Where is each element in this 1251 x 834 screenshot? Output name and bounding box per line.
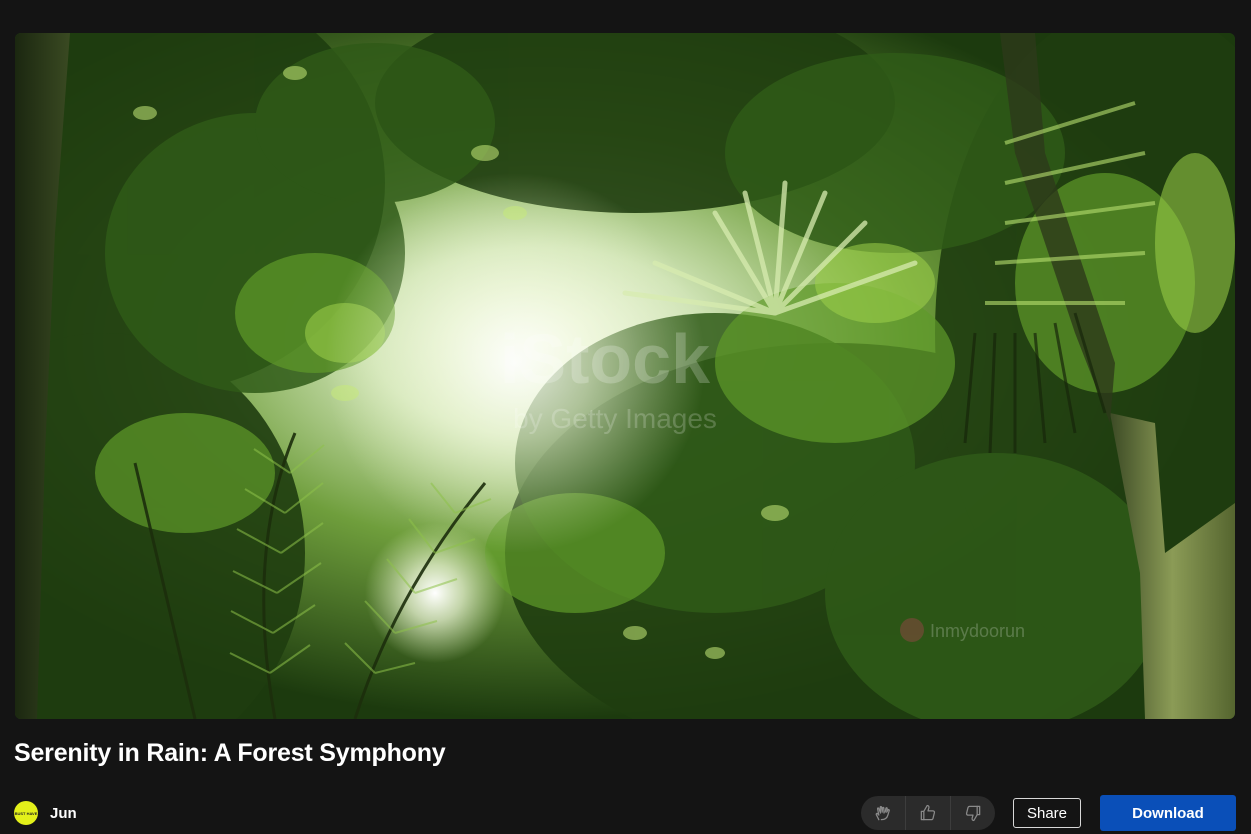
video-title: Serenity in Rain: A Forest Symphony [14,739,446,767]
video-page: iStock by Getty Images Inmydoorun Sereni… [0,0,1251,834]
reaction-group [861,796,995,830]
clap-button[interactable] [861,796,905,830]
thumbs-up-icon [920,804,936,821]
credit-text: Inmydoorun [930,621,1025,641]
clap-icon [875,805,890,821]
video-player[interactable]: iStock by Getty Images Inmydoorun [15,33,1235,719]
author-name[interactable]: Jun [50,805,77,822]
share-button[interactable]: Share [1013,798,1081,828]
watermark-subtext: by Getty Images [513,403,717,434]
dislike-button[interactable] [950,796,995,830]
avatar[interactable]: BUST HAVE [14,801,38,825]
author-info[interactable]: BUST HAVE Jun [14,801,77,825]
download-button[interactable]: Download [1100,795,1236,831]
credit-logo [900,618,924,642]
watermark-text: iStock [500,320,710,398]
like-button[interactable] [905,796,950,830]
avatar-text: BUST HAVE [14,810,38,816]
forest-canopy-image: iStock by Getty Images Inmydoorun [15,33,1235,719]
thumbs-down-icon [965,805,981,822]
